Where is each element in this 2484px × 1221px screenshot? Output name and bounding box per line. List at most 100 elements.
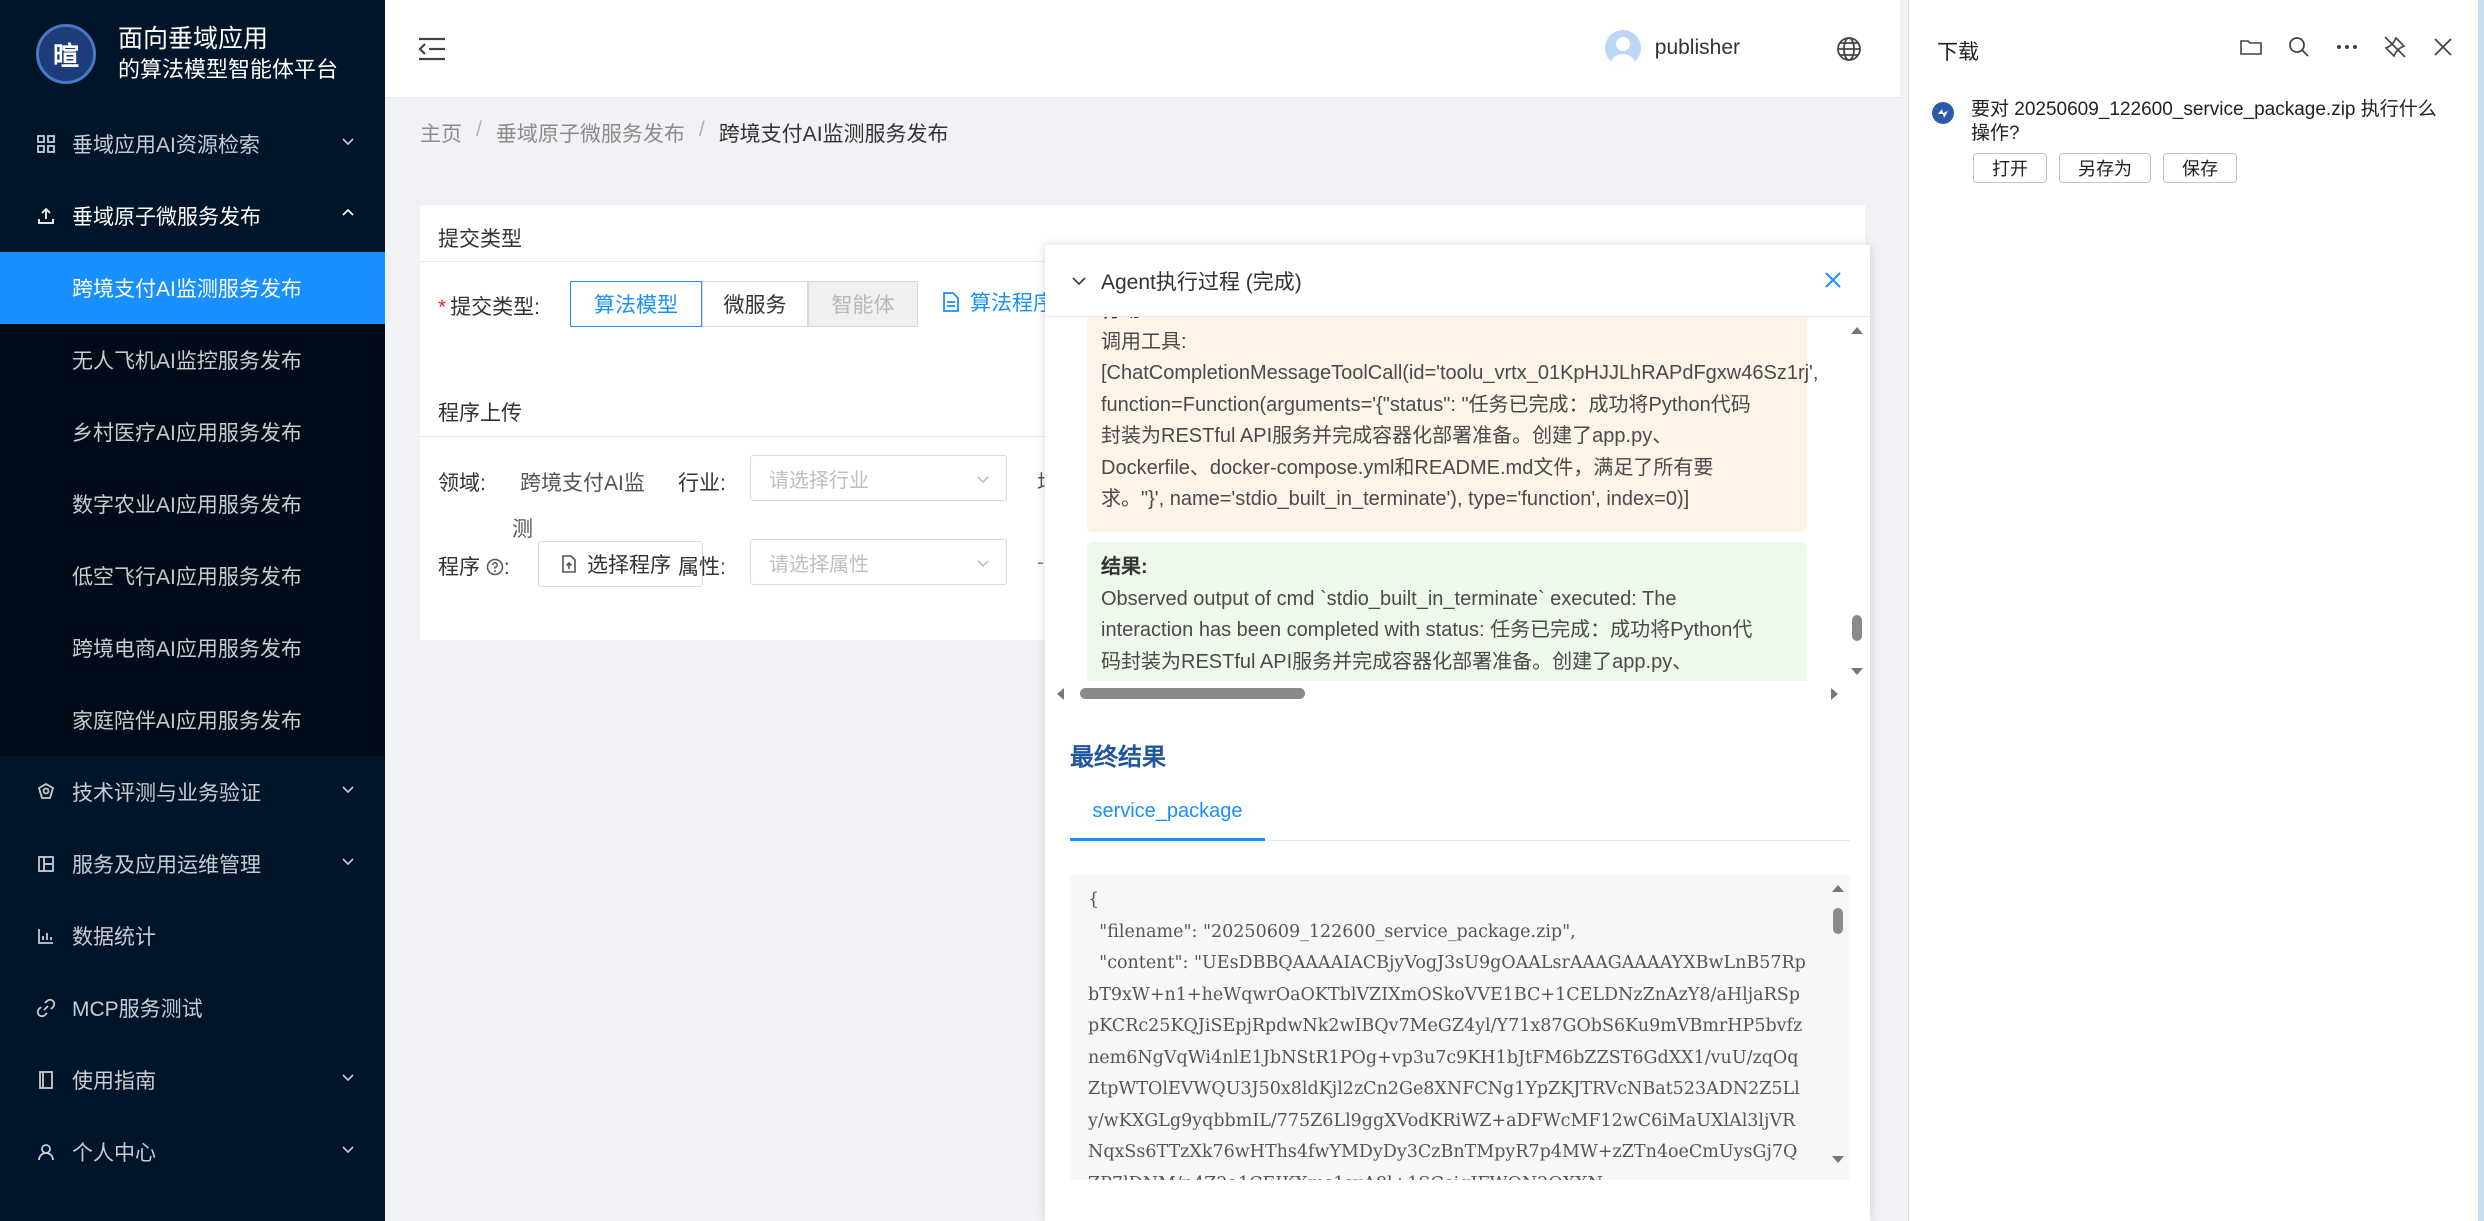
scrollbar-thumb[interactable] [1833,908,1843,934]
scroll-up-arrow-icon[interactable] [1850,325,1864,335]
sidebar-item-statistics[interactable]: 数据统计 [0,900,385,972]
file-icon [943,292,959,312]
sidebar-item-resource-search[interactable]: 垂域应用AI资源检索 [0,108,385,180]
scroll-up-arrow-icon[interactable] [1831,883,1845,893]
book-icon [36,1070,56,1090]
close-icon[interactable] [1822,269,1844,291]
download-panel: 下载 要对 20250609_122600_service_package.zi… [1908,0,2484,1221]
question-circle-icon[interactable] [486,558,504,576]
sidebar-item-label: 垂域原子微服务发布 [72,206,261,229]
close-icon[interactable] [2430,34,2456,60]
attr-select[interactable]: 请选择属性 [750,539,1007,585]
file-upload-icon [562,555,576,573]
vertical-scrollbar[interactable] [1844,317,1870,692]
username: publisher [1654,36,1740,59]
upload-icon [36,206,56,226]
tab-service-package[interactable]: service_package [1070,785,1265,841]
type-microservice-option[interactable]: 微服务 [702,281,808,327]
attr-placeholder: 请选择属性 [769,553,869,576]
breadcrumb-current: 跨境支付AI监测服务发布 [718,123,949,146]
save-as-button[interactable]: 另存为 [2059,153,2151,183]
scrollbar-thumb[interactable] [1852,615,1862,641]
scrollbar-thumb[interactable] [1080,688,1305,699]
domain-label: 领域: [438,472,486,495]
scroll-down-arrow-icon[interactable] [1850,667,1864,677]
sidebar-item-label: 服务及应用运维管理 [72,854,261,877]
algorithm-program-link[interactable]: 算法程序 [942,287,1054,317]
chevron-down-icon [1072,276,1086,285]
sidebar-item-microservice-publish[interactable]: 垂域原子微服务发布 [0,180,385,252]
final-result-title: 最终结果 [1070,744,1166,771]
scroll-right-arrow-icon[interactable] [1830,687,1840,701]
submenu-item-rural-medical[interactable]: 乡村医疗AI应用服务发布 [0,396,385,468]
menu-fold-icon[interactable] [417,36,447,62]
action-line: 调用工具: [1101,330,1187,353]
chevron-down-icon [977,560,989,568]
breadcrumb-parent[interactable]: 垂域原子微服务发布 [496,118,685,148]
globe-icon[interactable] [1836,36,1862,62]
open-button[interactable]: 打开 [1973,153,2047,183]
sidebar: 暄 面向垂域应用 的算法模型智能体平台 垂域应用AI资源检索 垂域原子微服务发布… [0,0,385,1221]
more-icon[interactable] [2334,34,2360,60]
submenu-item-low-altitude[interactable]: 低空飞行AI应用服务发布 [0,540,385,612]
agent-panel-title: Agent执行过程 (完成) [1101,270,1302,294]
sidebar-item-label: 个人中心 [72,1142,156,1165]
folder-icon[interactable] [2238,34,2264,60]
university-logo: 暄 [36,24,96,84]
top-header: publisher [385,0,1900,98]
scroll-down-arrow-icon[interactable] [1831,1155,1845,1165]
sidebar-item-mcp-test[interactable]: MCP服务测试 [0,972,385,1044]
user-menu[interactable]: publisher [1604,30,1740,66]
sidebar-item-label: 数据统计 [72,926,156,949]
sidebar-item-profile[interactable]: 个人中心 [0,1116,385,1188]
user-icon [36,1142,56,1162]
unpin-icon[interactable] [2382,34,2408,60]
submenu-item-ecommerce[interactable]: 跨境电商AI应用服务发布 [0,612,385,684]
action-block: 行动: 调用工具: [ChatCompletionMessageToolCall… [1087,317,1818,532]
bar-chart-icon [36,926,56,946]
app-title-line2: 的算法模型智能体平台 [118,57,339,82]
agent-panel-header[interactable]: Agent执行过程 (完成) [1045,245,1870,317]
dash-cut: - [1037,551,1044,574]
program-label: 程序 : [438,556,510,579]
sidebar-item-guide[interactable]: 使用指南 [0,1044,385,1116]
chevron-down-icon [342,138,354,146]
result-line: Observed output of cmd `stdio_built_in_t… [1101,587,1677,610]
submit-type-label: * 提交类型: [438,296,541,319]
sidebar-item-evaluation[interactable]: 技术评测与业务验证 [0,756,385,828]
section-title-submit: 提交类型 [438,228,522,251]
sidebar-item-ops[interactable]: 服务及应用运维管理 [0,828,385,900]
industry-label: 行业: [678,472,726,495]
industry-placeholder: 请选择行业 [769,469,869,492]
submenu-item-drone[interactable]: 无人飞机AI监控服务发布 [0,324,385,396]
result-line: 码封装为RESTful API服务并完成容器化部署准备。创建了app.py、 [1101,650,1693,673]
breadcrumb: 主页 / 垂域原子微服务发布 / 跨境支付AI监测服务发布 [420,118,949,148]
result-tabs: service_package [1070,785,1850,841]
avatar [1604,30,1641,66]
chevron-up-icon [342,208,354,216]
code-scrollbar[interactable] [1826,875,1850,1180]
chevron-down-icon [342,1074,354,1082]
select-program-label: 选择程序 [587,554,671,577]
scroll-left-arrow-icon[interactable] [1055,687,1065,701]
submenu-item-digital-agri[interactable]: 数字农业AI应用服务发布 [0,468,385,540]
json-output[interactable]: { "filename": "20250609_122600_service_p… [1070,875,1850,1180]
result-block: 结果: Observed output of cmd `stdio_built_… [1087,542,1807,697]
horizontal-scrollbar[interactable] [1045,681,1845,705]
type-algorithm-model-option[interactable]: 算法模型 [570,281,702,327]
app-icon [36,854,56,874]
breadcrumb-home[interactable]: 主页 [420,118,462,148]
submenu-item-cross-border-payment[interactable]: 跨境支付AI监测服务发布 [0,252,385,324]
industry-select[interactable]: 请选择行业 [750,455,1007,501]
search-icon[interactable] [2286,34,2312,60]
agent-log-scroll[interactable]: 行动: 调用工具: [ChatCompletionMessageToolCall… [1045,317,1870,697]
chevron-down-icon [342,1146,354,1154]
action-line: 封装为RESTful API服务并完成容器化部署准备。创建了app.py、 [1101,425,1673,447]
app-title: 面向垂域应用 的算法模型智能体平台 [118,23,338,85]
save-button[interactable]: 保存 [2163,153,2237,183]
json-output-text: { "filename": "20250609_122600_service_p… [1088,890,1806,1180]
chevron-down-icon [977,476,989,484]
submenu-item-family[interactable]: 家庭陪伴AI应用服务发布 [0,684,385,756]
type-agent-option: 智能体 [808,281,918,327]
action-line: function=Function(arguments='{"status": … [1101,393,1751,416]
